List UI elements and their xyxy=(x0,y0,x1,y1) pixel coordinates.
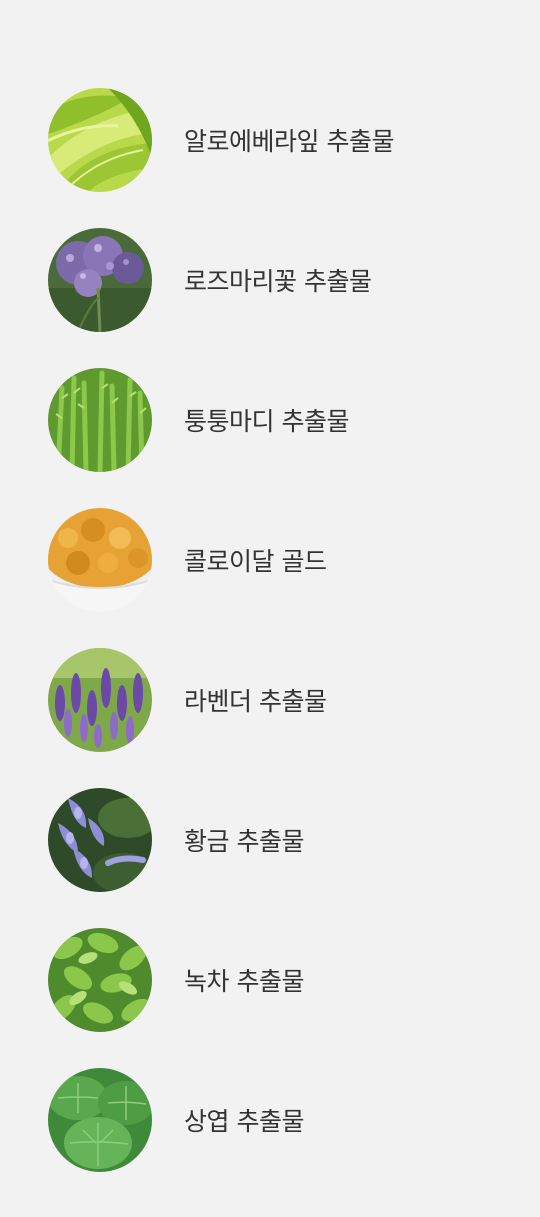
ingredient-label: 황금 추출물 xyxy=(184,827,304,856)
green-tea-image xyxy=(48,928,152,1032)
ingredient-label: 로즈마리꽃 추출물 xyxy=(184,267,372,296)
list-item-green-tea: 녹차 추출물 xyxy=(48,928,508,1032)
ingredient-list: 알로에베라잎 추출물 로즈마리꽃 추출물 퉁퉁마디 추출물 콜로이달 골드 라벤… xyxy=(0,0,540,1217)
list-item-scutellaria: 황금 추출물 xyxy=(48,788,508,892)
list-item-colloidal-gold: 콜로이달 골드 xyxy=(48,508,508,612)
ingredient-label: 콜로이달 골드 xyxy=(184,547,327,576)
scutellaria-image xyxy=(48,788,152,892)
ingredient-label: 알로에베라잎 추출물 xyxy=(184,127,394,156)
rosemary-flower-image xyxy=(48,228,152,332)
ingredient-label: 라벤더 추출물 xyxy=(184,687,327,716)
ingredient-label: 상엽 추출물 xyxy=(184,1107,304,1136)
colloidal-gold-image xyxy=(48,508,152,612)
list-item-mulberry-leaf: 상엽 추출물 xyxy=(48,1068,508,1172)
lavender-image xyxy=(48,648,152,752)
list-item-rosemary: 로즈마리꽃 추출물 xyxy=(48,228,508,332)
aloe-vera-leaf-image xyxy=(48,88,152,192)
ingredient-label: 녹차 추출물 xyxy=(184,967,304,996)
ingredient-label: 퉁퉁마디 추출물 xyxy=(184,407,349,436)
list-item-glasswort: 퉁퉁마디 추출물 xyxy=(48,368,508,472)
mulberry-leaf-image xyxy=(48,1068,152,1172)
glasswort-image xyxy=(48,368,152,472)
list-item-aloe: 알로에베라잎 추출물 xyxy=(48,88,508,192)
list-item-lavender: 라벤더 추출물 xyxy=(48,648,508,752)
